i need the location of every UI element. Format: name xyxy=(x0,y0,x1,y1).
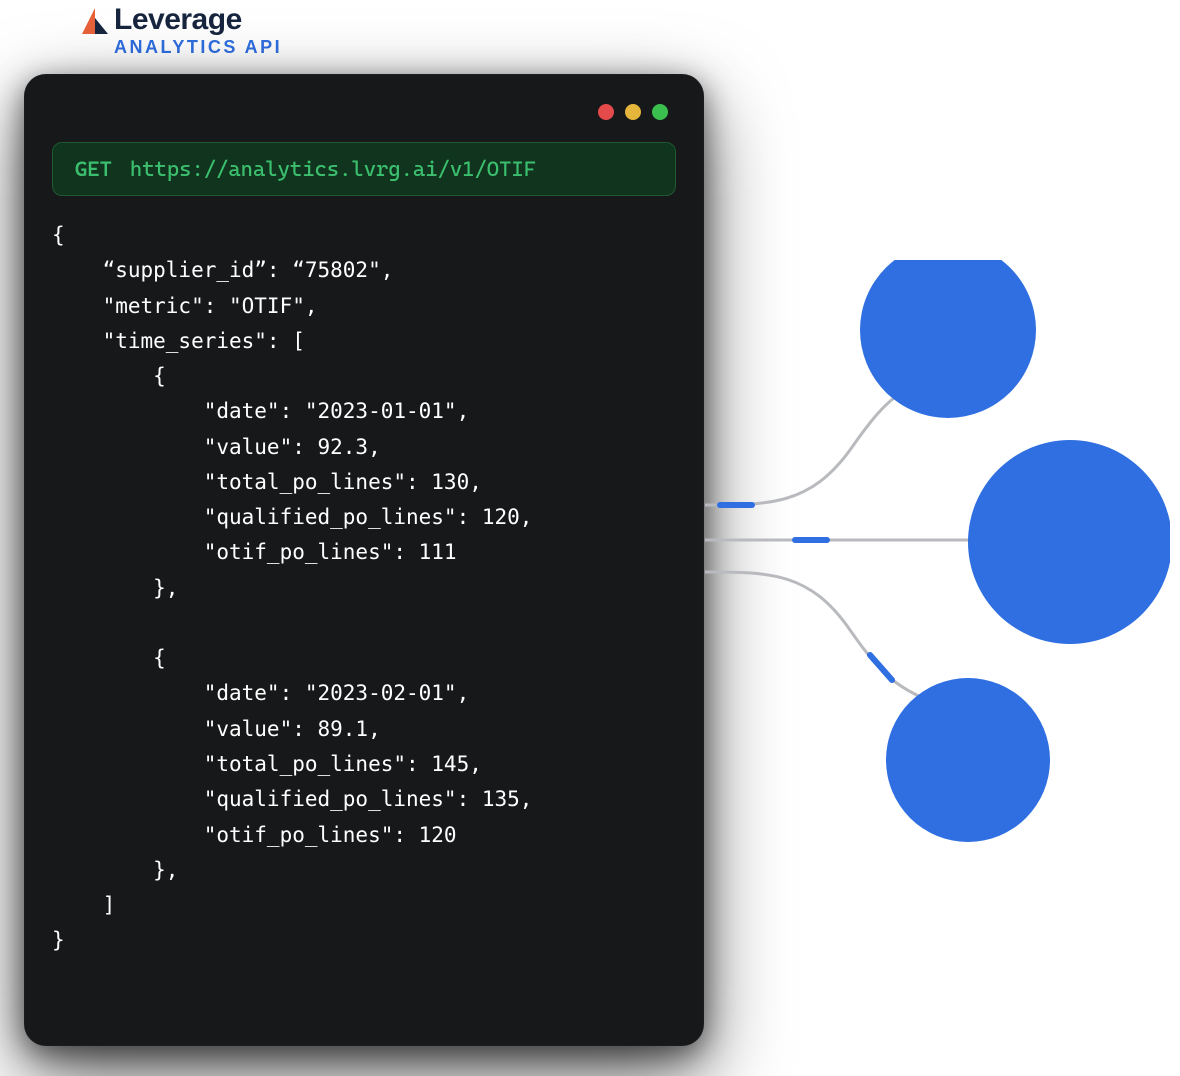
request-bar: GET https://analytics.lvrg.ai/v1/OTIF xyxy=(52,142,676,196)
window-minimize-icon xyxy=(625,104,641,120)
brand-subtitle: ANALYTICS API xyxy=(114,37,282,58)
brand-logo-icon xyxy=(82,8,108,34)
request-url: https://analytics.lvrg.ai/v1/OTIF xyxy=(130,157,536,181)
brand-name: Leverage xyxy=(114,3,242,37)
window-close-icon xyxy=(598,104,614,120)
http-method: GET xyxy=(75,157,112,181)
response-body: { “supplier_id”: “75802", "metric": "OTI… xyxy=(52,218,676,959)
network-graphic-icon xyxy=(700,260,1170,880)
window-traffic-lights xyxy=(52,98,676,142)
window-zoom-icon xyxy=(652,104,668,120)
api-terminal-window: GET https://analytics.lvrg.ai/v1/OTIF { “… xyxy=(24,74,704,1046)
brand-lockup: Leverage ANALYTICS API xyxy=(82,3,282,58)
